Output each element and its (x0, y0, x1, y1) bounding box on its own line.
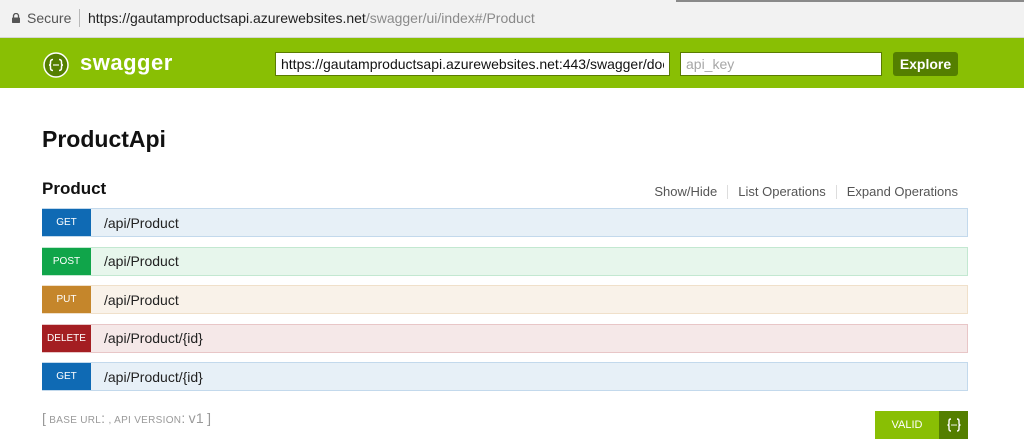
colon: : (181, 410, 186, 426)
explore-button[interactable]: Explore (893, 52, 958, 76)
operation-path[interactable]: /api/Product/{id} (104, 330, 203, 346)
action-separator (727, 184, 729, 199)
base-url-label: BASE URL (49, 415, 102, 426)
method-badge-get[interactable]: GET (42, 209, 91, 236)
method-badge-get[interactable]: GET (42, 363, 91, 390)
resource-actions: Show/Hide List Operations Expand Operati… (654, 184, 958, 199)
method-badge-delete[interactable]: DELETE (42, 324, 91, 352)
valid-label: VALID (875, 411, 939, 439)
tab-strip-edge (676, 0, 1024, 2)
operation-get-product[interactable]: GET /api/Product (42, 208, 968, 237)
operation-delete-product-id[interactable]: DELETE /api/Product/{id} (42, 323, 968, 353)
url-path: /swagger/ui/index#/Product (365, 10, 535, 26)
swagger-logo-icon[interactable] (43, 52, 69, 78)
address-separator (79, 9, 80, 27)
url-host: https://gautamproductsapi.azurewebsites.… (88, 10, 366, 26)
base-url-info: [ BASE URL: , API VERSION: v1 ] (42, 410, 211, 426)
spec-url-input[interactable] (275, 52, 670, 76)
swagger-braces-icon (939, 411, 968, 439)
operation-post-product[interactable]: POST /api/Product (42, 246, 968, 276)
api-key-input[interactable] (680, 52, 882, 76)
operation-path[interactable]: /api/Product (104, 253, 179, 269)
swagger-header: swagger Explore (0, 38, 1024, 88)
operation-put-product[interactable]: PUT /api/Product (42, 285, 968, 314)
colon: : (101, 410, 106, 426)
method-badge-put[interactable]: PUT (42, 286, 91, 313)
secure-label: Secure (27, 10, 72, 26)
expand-operations-link[interactable]: Expand Operations (847, 184, 958, 199)
operation-path[interactable]: /api/Product (104, 292, 179, 308)
swagger-brand[interactable]: swagger (80, 50, 173, 76)
operation-path[interactable]: /api/Product/{id} (104, 369, 203, 385)
comma: , (108, 415, 112, 426)
validator-badge[interactable]: VALID (875, 411, 968, 439)
braces-icon (946, 418, 961, 432)
show-hide-link[interactable]: Show/Hide (654, 184, 717, 199)
page-title: ProductApi (42, 126, 166, 152)
browser-address-bar[interactable]: Secure https://gautamproductsapi.azurewe… (0, 0, 1024, 38)
bracket-open: [ (42, 410, 47, 426)
operation-get-product-id[interactable]: GET /api/Product/{id} (42, 362, 968, 391)
bracket-close: ] (207, 410, 212, 426)
url-text[interactable]: https://gautamproductsapi.azurewebsites.… (88, 10, 535, 26)
operations-list: GET /api/Product POST /api/Product PUT /… (42, 208, 968, 401)
api-version-label: API VERSION (114, 415, 182, 426)
operation-path[interactable]: /api/Product (104, 215, 179, 231)
api-version-value: v1 (188, 410, 204, 426)
lock-icon (12, 13, 20, 23)
list-operations-link[interactable]: List Operations (738, 184, 825, 199)
resource-title[interactable]: Product (42, 179, 106, 199)
method-badge-post[interactable]: POST (42, 247, 91, 275)
action-separator (835, 184, 837, 199)
